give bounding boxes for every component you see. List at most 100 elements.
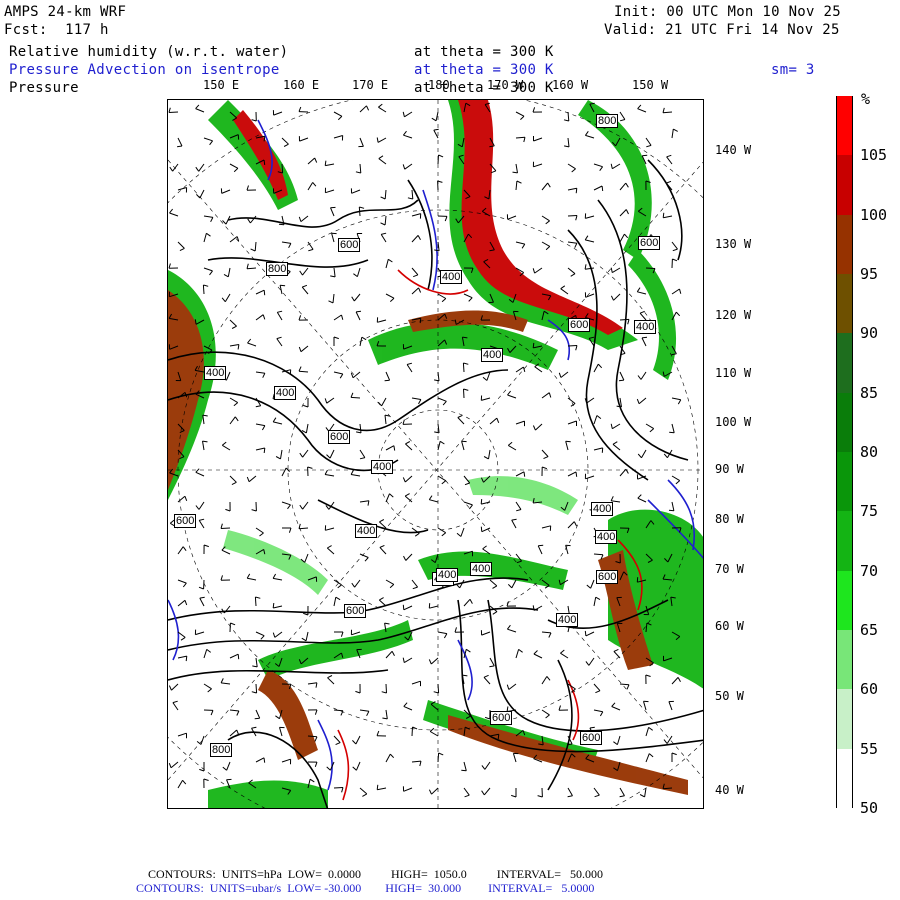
wind-barb [457, 417, 465, 425]
wind-barb [229, 653, 239, 659]
wind-barb [333, 787, 344, 789]
wind-barb [177, 241, 185, 249]
wind-barb [255, 683, 258, 694]
wind-barb-flag [563, 119, 569, 122]
wind-barb-flag [463, 388, 469, 391]
wind-barb [381, 397, 387, 407]
colorbar-segment [837, 689, 852, 749]
wind-barb-flag [610, 295, 614, 301]
field2-level: at theta = 300 K [414, 62, 554, 78]
humidity-shading [168, 100, 703, 808]
footer-contours-advection: CONTOURS: UNITS=ubar/s LOW= -30.000 HIGH… [136, 881, 595, 895]
wind-barb-flag [671, 752, 677, 756]
wind-barb-flag [276, 336, 282, 340]
wind-barb-flag [298, 315, 302, 321]
wind-barb-flag [444, 216, 448, 222]
wind-barb-flag [379, 519, 385, 523]
wind-barb [619, 233, 625, 243]
wind-barb-flag [391, 651, 395, 656]
wind-barb [359, 163, 362, 174]
wind-barb [637, 497, 647, 503]
wind-barb-flag [362, 793, 368, 797]
pressure-label: 600 [174, 514, 197, 528]
wind-barb-flag [610, 496, 614, 502]
wind-barb-flag [230, 622, 236, 626]
pressure-label: 600 [638, 236, 661, 250]
wind-barb [358, 206, 361, 217]
wind-barb [541, 241, 551, 247]
wind-barb [307, 157, 316, 165]
wind-barb [301, 286, 309, 295]
wind-barb-flag [679, 288, 682, 294]
wind-barb [616, 735, 621, 745]
wind-barb [177, 137, 183, 147]
wind-barb [404, 163, 413, 170]
wind-barb-flag [262, 314, 266, 320]
wind-barb-flag [575, 471, 578, 477]
wind-barb-flag [377, 401, 382, 407]
wind-barb [663, 215, 673, 219]
wind-barb [299, 137, 309, 142]
wind-barb [229, 475, 237, 483]
wind-barb [229, 236, 238, 243]
wind-barb [593, 447, 603, 451]
wind-barb [168, 111, 179, 113]
wind-barb [567, 420, 577, 425]
wind-barb-flag [298, 216, 302, 222]
wind-barb [385, 579, 395, 585]
wind-barb [198, 163, 205, 172]
wind-barb-flag [353, 273, 358, 278]
wind-barb-flag [169, 166, 174, 172]
wind-barb-flag [584, 131, 589, 136]
wind-barb-flag [180, 636, 186, 641]
wind-barb [276, 338, 283, 347]
wind-barb-flag [352, 740, 357, 745]
wind-barb [645, 727, 650, 737]
colorbar-label: 60 [860, 680, 879, 699]
wind-barb-flag [441, 532, 447, 537]
wind-barb-flag [618, 379, 624, 382]
wind-barb-flag [428, 789, 432, 795]
wind-barb-flag [389, 297, 395, 302]
wind-barb [567, 521, 575, 529]
wind-barb-flag [469, 504, 473, 510]
wind-barb [203, 215, 213, 218]
wind-barb-flag [619, 795, 625, 798]
wind-barb [483, 787, 491, 796]
colorbar-label: 100 [860, 205, 888, 224]
wind-barb-flag [251, 119, 257, 122]
wind-barb [593, 415, 598, 425]
map-panel: 800 600 600 800 600 400 400 400 400 600 … [167, 99, 704, 809]
wind-barb [385, 493, 390, 503]
wind-barb [507, 215, 517, 220]
wind-barb [613, 651, 621, 659]
wind-barb [565, 441, 569, 451]
wind-barb-flag [199, 596, 205, 599]
wind-barb-flag [236, 710, 240, 716]
wind-barb-flag [648, 726, 653, 731]
wind-barb [298, 370, 309, 373]
wind-barb [200, 735, 205, 745]
wind-barb-flag [663, 453, 668, 459]
wind-barb-flag [480, 526, 483, 532]
wind-barb-flag [379, 597, 384, 601]
pressure-label: 400 [481, 348, 504, 362]
wind-barb-flag [288, 243, 292, 249]
wind-barb-flag [356, 310, 362, 313]
wind-barb [612, 267, 621, 274]
wind-barb [221, 549, 231, 555]
wind-barb [255, 657, 258, 667]
wind-barb [593, 185, 603, 191]
colorbar-label: 105 [860, 146, 888, 165]
wind-barb-flag [298, 346, 302, 352]
wind-barb-flag [532, 107, 536, 113]
wind-barb-flag [532, 425, 536, 431]
pressure-label: 400 [440, 270, 463, 284]
field3-name: Pressure [9, 80, 79, 96]
wind-barb-flag [512, 171, 518, 174]
wind-barb-flag [303, 612, 309, 616]
wind-barb-flag [184, 600, 188, 606]
wind-barb-flag [361, 336, 367, 341]
wind-barb [411, 189, 414, 200]
wind-barb-flag [389, 753, 395, 759]
